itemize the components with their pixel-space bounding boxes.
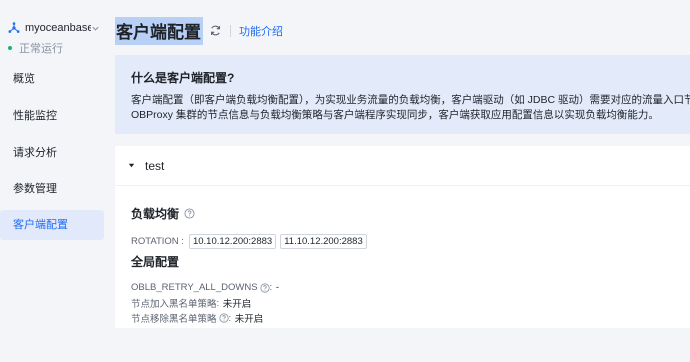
nav-item-request-analysis[interactable]: 请求分析 (0, 138, 104, 168)
cluster-icon (8, 22, 20, 34)
remove-blacklist-row: 节点移除黑名单策略 : 未开启 (131, 311, 264, 326)
page-title: 客户端配置 (115, 17, 203, 45)
rotation-label: ROTATION : (131, 236, 184, 247)
sidebar: myoceanbase 正常运行 概览 性能监控 请求分析 参数管理 客户端配置 (0, 0, 105, 362)
caret-down-icon[interactable] (127, 161, 136, 170)
colon: : (228, 312, 234, 324)
feature-intro-link[interactable]: 功能介绍 (239, 23, 283, 39)
join-blacklist-label: 节点加入黑名单策略 (131, 299, 217, 310)
info-banner: 什么是客户端配置? 客户端配置（即客户端负载均衡配置），为实现业务流量的负载均衡… (115, 55, 690, 134)
info-desc-line-1: 客户端配置（即客户端负载均衡配置），为实现业务流量的负载均衡，客户端驱动（如 J… (131, 94, 690, 106)
retry-row: OBLB_RETRY_ALL_DOWNS : - (131, 282, 279, 293)
page-header: 客户端配置 功能介绍 (115, 17, 283, 45)
chevron-down-icon[interactable] (91, 24, 100, 33)
help-icon[interactable] (184, 208, 195, 219)
nav-item-client-config[interactable]: 客户端配置 (0, 210, 104, 240)
nav-item-performance[interactable]: 性能监控 (0, 101, 104, 131)
help-icon[interactable] (259, 282, 270, 293)
info-desc-line-2: OBProxy 集群的节点信息与负载均衡策略与客户端程序实现同步，客户端获取应用… (131, 109, 659, 121)
global-config-title: 全局配置 (131, 255, 180, 269)
retry-label: OBLB_RETRY_ALL_DOWNS (131, 282, 258, 293)
load-balance-title-text: 负载均衡 (131, 207, 180, 221)
rotation-row: ROTATION : 10.10.12.200:2883 11.10.12.20… (131, 234, 370, 249)
colon: : (269, 282, 275, 293)
retry-value: - (275, 282, 279, 293)
panel-header-toggle[interactable]: test (115, 146, 690, 186)
nav-item-parameters[interactable]: 参数管理 (0, 174, 104, 204)
join-blacklist-value: 未开启 (222, 299, 252, 310)
load-balance-title: 负载均衡 (131, 205, 195, 222)
info-title: 什么是客户端配置? (131, 71, 235, 85)
cluster-status: 正常运行 (8, 40, 63, 56)
config-panel: test 负载均衡 ROTATION : 10.10.12.200:2883 1… (115, 146, 690, 328)
remove-blacklist-label: 节点移除黑名单策略 (131, 314, 217, 325)
cluster-name: myoceanbase (25, 22, 91, 34)
info-description: 客户端配置（即客户端负载均衡配置），为实现业务流量的负载均衡，客户端驱动（如 J… (131, 93, 690, 123)
help-icon[interactable] (218, 313, 229, 323)
rotation-ip-tag: 11.10.12.200:2883 (280, 234, 367, 249)
status-dot (8, 46, 12, 50)
config-name: test (145, 158, 165, 173)
remove-blacklist-value: 未开启 (234, 314, 264, 325)
cluster-status-text: 正常运行 (19, 43, 63, 55)
nav-item-overview[interactable]: 概览 (0, 64, 104, 94)
rotation-ip-tag: 10.10.12.200:2883 (188, 234, 277, 249)
header-divider (230, 25, 231, 37)
join-blacklist-row: 节点加入黑名单策略 : 未开启 (131, 296, 252, 311)
colon: : (216, 297, 222, 309)
refresh-icon[interactable] (209, 24, 223, 38)
cluster-switcher[interactable]: myoceanbase (8, 22, 100, 34)
